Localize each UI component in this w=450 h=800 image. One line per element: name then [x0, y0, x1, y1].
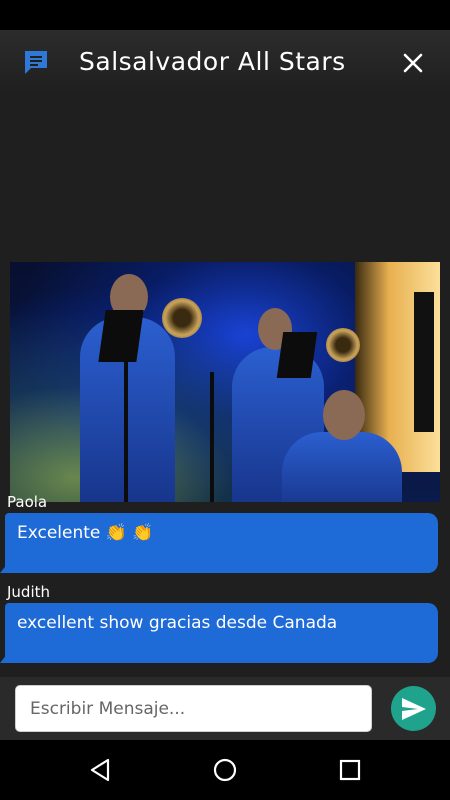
stage-panel-shadow [414, 292, 434, 432]
trombone-bell-left [162, 298, 202, 338]
musician-right-head [323, 390, 365, 440]
message-text: Excelente 👏 👏 [17, 523, 154, 543]
system-navigation-bar [0, 740, 450, 800]
musician-right [282, 432, 402, 502]
message-composer [0, 677, 450, 740]
message-bubble: excellent show gracias desde Canada [0, 603, 438, 663]
message-bubble: Excelente 👏 👏 [0, 513, 438, 573]
message-sender: Paola [7, 493, 48, 511]
bubble-tail [0, 653, 8, 663]
music-stand-center-pole [210, 372, 214, 502]
bubble-tail [0, 563, 8, 573]
music-stand-left-pole [124, 362, 128, 502]
video-player[interactable] [10, 262, 440, 502]
chat-header: Salsalvador All Stars [0, 30, 450, 94]
music-stand-left [98, 310, 144, 362]
music-stand-center [276, 332, 318, 378]
page-title: Salsalvador All Stars [79, 47, 346, 76]
message-sender: Judith [7, 583, 51, 601]
back-triangle-icon[interactable] [86, 756, 114, 784]
send-button[interactable] [391, 686, 436, 731]
message-text: excellent show gracias desde Canada [17, 613, 338, 633]
send-icon [402, 698, 426, 720]
status-bar [0, 0, 450, 30]
chat-bubble-icon [25, 51, 47, 74]
message-input[interactable] [15, 685, 372, 732]
trombone-bell-right [326, 328, 360, 362]
recents-square-icon[interactable] [336, 756, 364, 784]
home-circle-icon[interactable] [211, 756, 239, 784]
close-icon[interactable] [400, 50, 426, 76]
